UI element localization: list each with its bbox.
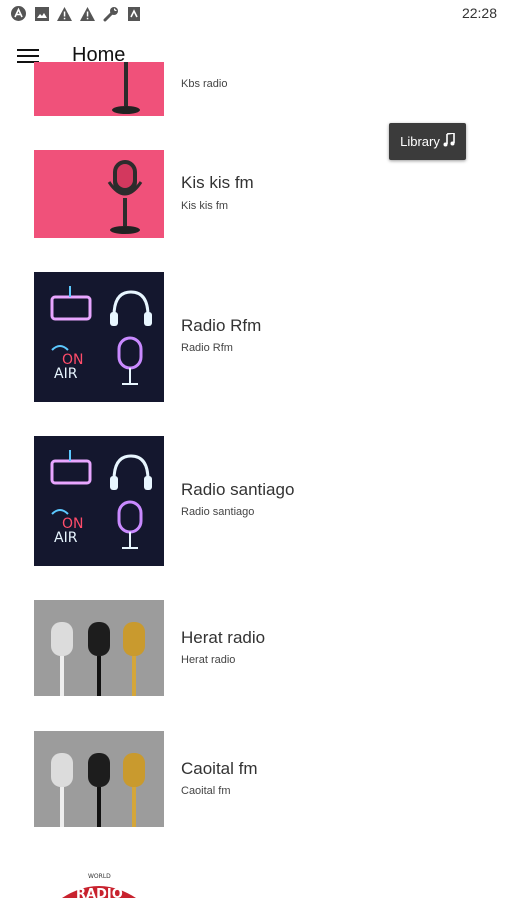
- svg-text:AIR: AIR: [54, 530, 78, 546]
- station-name: Herat radio: [181, 628, 266, 647]
- svg-text:RADIO: RADIO: [76, 887, 123, 900]
- station-name: Kis kis fm: [181, 173, 254, 192]
- vintage-microphones-image: [51, 622, 145, 696]
- station-artwork: [34, 600, 164, 696]
- station-name: Radio Rfm: [181, 316, 262, 335]
- list-item[interactable]: Kbs radio: [0, 62, 506, 122]
- station-subtitle: Kbs radio: [181, 78, 228, 90]
- warning-icon: [79, 5, 96, 22]
- station-artwork: ON AIR: [34, 272, 164, 402]
- microphone-image: [107, 160, 143, 234]
- app-notification-icon: [10, 5, 27, 22]
- vintage-microphones-image: [51, 753, 145, 827]
- status-bar: 22:28: [0, 0, 506, 28]
- status-icons: [10, 5, 142, 22]
- library-label: Library: [400, 134, 440, 149]
- station-name: Radio santiago: [181, 480, 295, 499]
- station-subtitle: Kis kis fm: [181, 200, 229, 212]
- music-note-icon: [443, 132, 455, 150]
- list-item[interactable]: Herat radio Herat radio: [0, 598, 506, 698]
- svg-text:WORLD: WORLD: [88, 873, 111, 880]
- image-notification-icon: [33, 5, 50, 22]
- neon-radio-image: ON AIR: [50, 286, 152, 385]
- neon-radio-image: ON AIR: [50, 450, 152, 549]
- station-artwork: [34, 150, 164, 238]
- station-artwork: WORLD RADIO: [34, 868, 164, 900]
- station-name: Caoital fm: [181, 759, 258, 778]
- station-artwork: ON AIR: [34, 436, 164, 566]
- download-notification-icon: [125, 5, 142, 22]
- library-button[interactable]: Library: [389, 123, 466, 160]
- list-item[interactable]: ON AIR Radio Rfm Radio Rfm: [0, 270, 506, 404]
- station-subtitle: Caoital fm: [181, 785, 231, 797]
- list-item[interactable]: ON AIR Radio santiago Radio santiago: [0, 434, 506, 568]
- station-subtitle: Radio Rfm: [181, 342, 233, 354]
- station-subtitle: Herat radio: [181, 654, 236, 666]
- station-subtitle: Radio santiago: [181, 506, 255, 518]
- station-artwork: [34, 731, 164, 827]
- clock: 22:28: [461, 5, 497, 21]
- list-item[interactable]: Caoital fm Caoital fm: [0, 729, 506, 829]
- station-list[interactable]: Kbs radio Kis kis fm Kis kis fm ON AIR R…: [0, 62, 506, 900]
- warning-icon: [56, 5, 73, 22]
- station-artwork: [34, 62, 164, 116]
- world-radio-logo: WORLD RADIO: [62, 873, 136, 900]
- list-item[interactable]: Kis kis fm Kis kis fm: [0, 148, 506, 240]
- list-item[interactable]: WORLD RADIO: [0, 860, 506, 900]
- svg-text:AIR: AIR: [54, 366, 78, 382]
- wrench-icon: [102, 5, 119, 22]
- microphone-image: [112, 62, 140, 114]
